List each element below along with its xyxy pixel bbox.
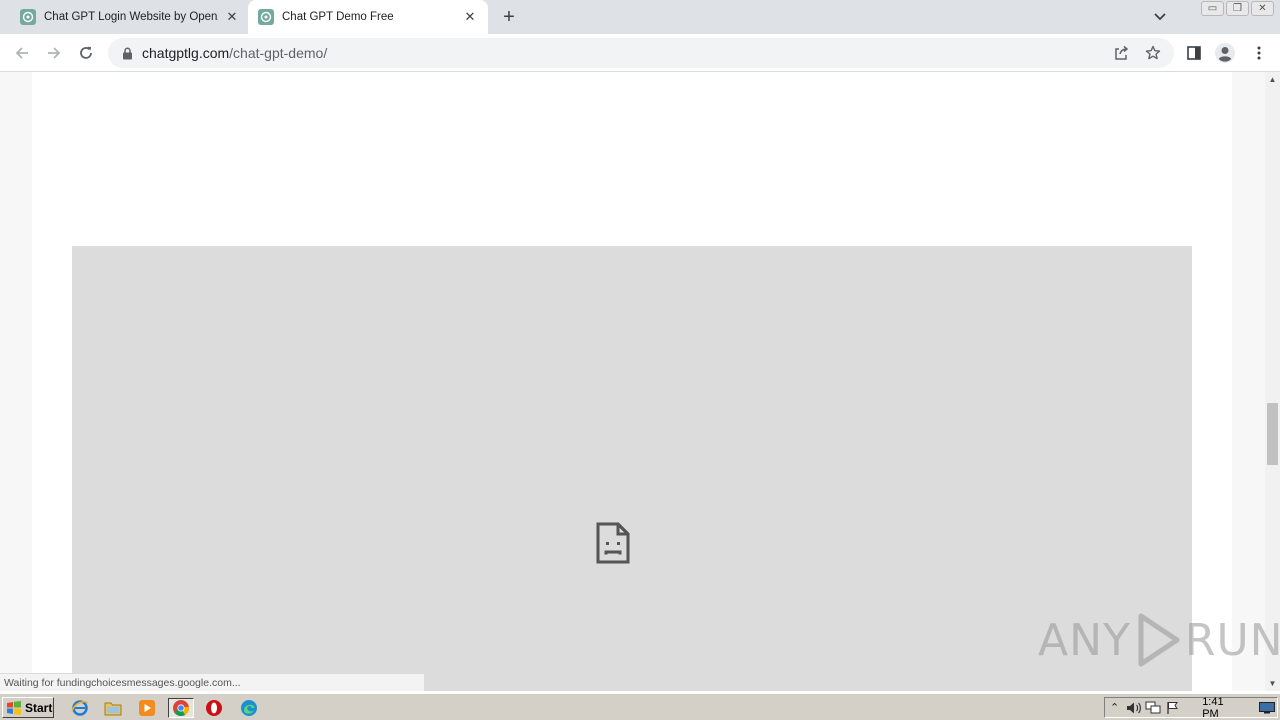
volume-icon[interactable] (1124, 699, 1143, 717)
close-tab-icon[interactable]: ✕ (462, 9, 478, 25)
system-tray: ⌃ 1:41 PM (1104, 696, 1278, 720)
lock-icon[interactable] (120, 46, 134, 60)
chevron-down-icon[interactable] (1150, 8, 1170, 26)
screen: Chat GPT Login Website by OpenAI ✕ Chat … (0, 0, 1280, 720)
watermark-text-right: RUN (1184, 614, 1280, 666)
chrome-icon[interactable] (168, 698, 194, 718)
play-logo-icon (1138, 613, 1180, 667)
media-player-icon[interactable] (136, 698, 158, 718)
reload-icon (80, 46, 92, 59)
url-path: /chat-gpt-demo/ (229, 45, 328, 61)
start-label: Start (25, 700, 53, 715)
tab-chatgpt-demo[interactable]: Chat GPT Demo Free ✕ (248, 0, 488, 34)
opera-icon[interactable] (203, 698, 225, 718)
window-controls: ▭ ❐ ✕ (1201, 1, 1274, 16)
url-text: chatgptlg.com/chat-gpt-demo/ (142, 45, 327, 61)
openai-favicon-icon (258, 9, 274, 25)
address-bar[interactable]: chatgptlg.com/chat-gpt-demo/ (108, 38, 1174, 68)
tab-title: Chat GPT Demo Free (282, 11, 394, 23)
action-center-flag-icon[interactable] (1163, 699, 1182, 717)
minimize-button[interactable]: ▭ (1201, 1, 1224, 16)
new-tab-button[interactable]: + (498, 6, 520, 28)
page-viewport (0, 72, 1265, 691)
openai-favicon-icon (20, 9, 36, 25)
scroll-down-arrow-icon[interactable]: ▼ (1265, 676, 1280, 691)
windows-taskbar: Start ⌃ 1:41 PM (0, 693, 1280, 720)
edge-icon[interactable] (238, 698, 260, 718)
tray-expand-arrow-icon[interactable]: ⌃ (1105, 699, 1124, 717)
close-window-button[interactable]: ✕ (1251, 1, 1274, 16)
start-button[interactable]: Start (2, 697, 54, 718)
ie-icon[interactable] (69, 698, 91, 718)
browser-toolbar: chatgptlg.com/chat-gpt-demo/ (0, 34, 1280, 72)
taskbar-clock[interactable]: 1:41 PM (1202, 696, 1242, 720)
close-tab-icon[interactable]: ✕ (224, 9, 240, 25)
scroll-up-arrow-icon[interactable]: ▲ (1265, 72, 1280, 87)
arrow-right-icon (48, 47, 61, 59)
arrow-left-icon (15, 47, 28, 59)
side-panel-icon[interactable] (1183, 42, 1205, 64)
network-icon[interactable] (1144, 699, 1163, 717)
embedded-frame-failed (72, 246, 1192, 691)
profile-avatar-icon[interactable] (1214, 42, 1236, 64)
explorer-icon[interactable] (102, 698, 124, 718)
tab-strip: Chat GPT Login Website by OpenAI ✕ Chat … (0, 0, 1280, 34)
scroll-thumb[interactable] (1267, 403, 1278, 465)
show-desktop-icon[interactable] (1258, 699, 1277, 717)
back-button[interactable] (9, 40, 35, 66)
forward-button[interactable] (41, 40, 67, 66)
url-domain: chatgptlg.com (142, 45, 230, 61)
anyrun-watermark: ANY RUN (1038, 610, 1280, 670)
tab-chatgpt-login[interactable]: Chat GPT Login Website by OpenAI ✕ (0, 0, 246, 34)
loading-status-bubble: Waiting for fundingchoicesmessages.googl… (0, 673, 425, 691)
watermark-text-left: ANY (1038, 614, 1131, 666)
menu-dots-icon[interactable] (1248, 42, 1270, 64)
bookmark-star-icon[interactable] (1144, 44, 1162, 62)
tab-title: Chat GPT Login Website by OpenAI (44, 11, 218, 23)
page-content-column (32, 72, 1232, 691)
share-icon[interactable] (1112, 44, 1130, 62)
reload-button[interactable] (73, 40, 99, 66)
windows-flag-icon (7, 700, 21, 715)
sad-page-icon (596, 522, 630, 564)
page-scrollbar[interactable]: ▲ ▼ (1265, 72, 1280, 691)
restore-button[interactable]: ❐ (1226, 1, 1249, 16)
